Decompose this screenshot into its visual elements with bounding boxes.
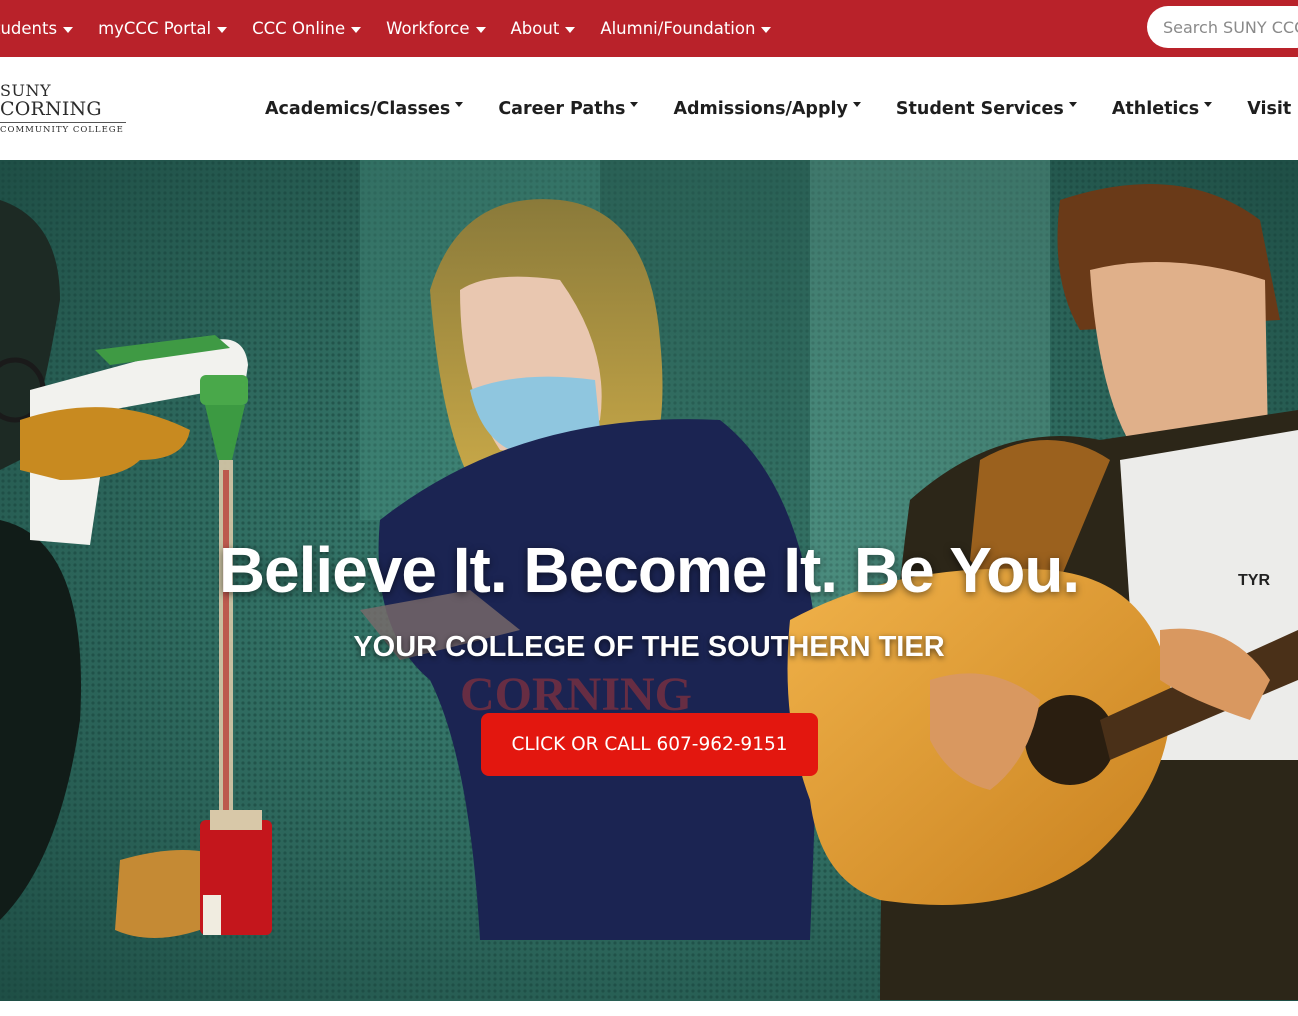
top-nav-label: Alumni/Foundation <box>600 19 756 38</box>
nav-academics-classes[interactable]: Academics/Classes <box>265 98 464 119</box>
caret-down-icon <box>63 26 74 33</box>
top-nav-myccc-portal[interactable]: myCCC Portal <box>98 19 228 38</box>
hero-banner: CORNING Believe It. Become It. Be You. Y… <box>0 160 1298 1001</box>
caret-down-icon <box>475 26 486 33</box>
nav-admissions-apply[interactable]: Admissions/Apply <box>673 98 861 119</box>
top-nav-alumni-foundation[interactable]: Alumni/Foundation <box>600 19 772 38</box>
shirt-print-text: TYR <box>1238 572 1270 589</box>
nav-label: Admissions/Apply <box>673 98 848 119</box>
top-nav-students[interactable]: tudents <box>0 19 74 38</box>
search-input[interactable] <box>1147 6 1298 48</box>
top-nav-label: CCC Online <box>252 19 346 38</box>
top-nav-ccc-online[interactable]: CCC Online <box>252 19 362 38</box>
top-nav-label: About <box>510 19 560 38</box>
hero-headline: Believe It. Become It. Be You. <box>218 534 1080 606</box>
nav-label: Academics/Classes <box>265 98 451 119</box>
nav-label: Visit SUNY C <box>1247 98 1298 119</box>
nav-label: Student Services <box>895 98 1064 119</box>
caret-down-icon <box>565 26 576 33</box>
top-utility-bar: tudents myCCC Portal CCC Online Workforc… <box>0 0 1298 57</box>
caret-down-icon <box>351 26 362 33</box>
main-nav: Academics/Classes Career Paths Admission… <box>265 57 1298 160</box>
top-nav-label: myCCC Portal <box>98 19 212 38</box>
nav-career-paths[interactable]: Career Paths <box>498 98 639 119</box>
main-header: SUNY CORNING COMMUNITY COLLEGE Academics… <box>0 57 1298 160</box>
top-nav-label: tudents <box>0 19 58 38</box>
nav-visit-suny-ccc[interactable]: Visit SUNY C <box>1247 99 1298 119</box>
caret-down-icon <box>1204 102 1213 107</box>
nav-label: Athletics <box>1111 98 1200 119</box>
top-nav-label: Workforce <box>386 19 470 38</box>
caret-down-icon <box>1068 102 1077 107</box>
nav-student-services[interactable]: Student Services <box>896 99 1077 119</box>
nav-athletics[interactable]: Athletics <box>1111 98 1213 119</box>
top-nav-about[interactable]: About <box>511 19 576 38</box>
logo-line-2: CORNING <box>0 98 102 120</box>
click-or-call-button[interactable]: CLICK OR CALL 607-962-9151 <box>481 713 818 776</box>
caret-down-icon <box>761 26 772 33</box>
college-logo[interactable]: SUNY CORNING COMMUNITY COLLEGE <box>0 81 131 141</box>
logo-line-3: COMMUNITY COLLEGE <box>0 125 124 135</box>
caret-down-icon <box>852 102 861 107</box>
top-nav-workforce[interactable]: Workforce <box>386 19 486 38</box>
page-below-hero <box>0 1001 1298 1016</box>
nav-label: Career Paths <box>498 98 626 119</box>
caret-down-icon <box>630 102 639 107</box>
caret-down-icon <box>217 26 228 33</box>
hero-subheadline: YOUR COLLEGE OF THE SOUTHERN TIER <box>353 631 945 663</box>
logo-divider <box>0 122 126 123</box>
top-nav: tudents myCCC Portal CCC Online Workforc… <box>0 0 796 57</box>
caret-down-icon <box>455 102 464 107</box>
